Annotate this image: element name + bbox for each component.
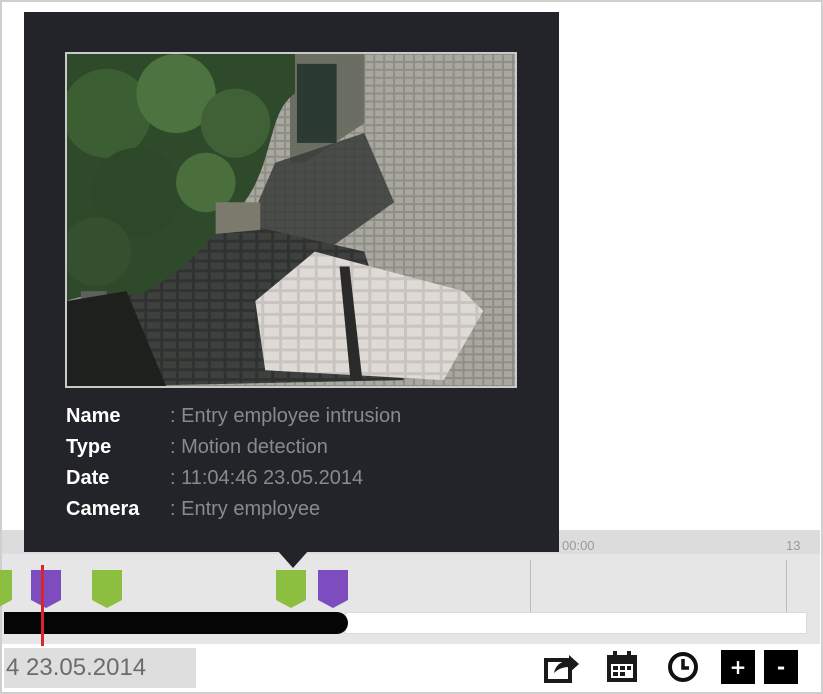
time-button[interactable] bbox=[665, 650, 701, 684]
event-marker-alarm[interactable] bbox=[31, 570, 61, 608]
detail-key: Type bbox=[66, 436, 112, 458]
detail-row-camera: Camera : Entry employee bbox=[66, 494, 401, 525]
event-details: Name : Entry employee intrusion Type : M… bbox=[66, 401, 401, 525]
export-button[interactable] bbox=[543, 650, 581, 684]
timeline-track[interactable] bbox=[345, 612, 807, 634]
tick-label: 13 bbox=[786, 538, 801, 553]
zoom-out-button[interactable]: - bbox=[764, 650, 798, 684]
grid-line bbox=[530, 560, 531, 612]
calendar-button[interactable] bbox=[603, 650, 641, 684]
grid-line bbox=[786, 560, 787, 612]
detail-key: Date bbox=[66, 467, 110, 489]
event-snapshot-image[interactable] bbox=[65, 52, 517, 388]
tick-label: 00:00 bbox=[562, 538, 595, 553]
current-date-display: 4 23.05.2014 bbox=[4, 648, 196, 688]
detail-value: : Entry employee bbox=[170, 498, 321, 520]
detail-key: Camera bbox=[66, 498, 140, 520]
event-marker-motion[interactable] bbox=[0, 570, 12, 608]
tooltip-pointer bbox=[277, 550, 309, 568]
detail-value: : 11:04:46 23.05.2014 bbox=[170, 467, 364, 489]
event-marker-motion[interactable] bbox=[92, 570, 122, 608]
calendar-icon bbox=[607, 651, 637, 682]
clock-icon bbox=[668, 652, 698, 682]
event-marker-alarm[interactable] bbox=[318, 570, 348, 608]
export-icon bbox=[544, 655, 579, 683]
event-marker-motion[interactable] bbox=[276, 570, 306, 608]
zoom-in-button[interactable]: + bbox=[721, 650, 755, 684]
recording-bar[interactable] bbox=[4, 612, 348, 634]
detail-row-name: Name : Entry employee intrusion bbox=[66, 401, 401, 432]
detail-row-date: Date : 11:04:46 23.05.2014 bbox=[66, 463, 401, 494]
detail-value: : Motion detection bbox=[170, 436, 328, 458]
detail-row-type: Type : Motion detection bbox=[66, 432, 401, 463]
detail-value: : Entry employee intrusion bbox=[170, 405, 402, 427]
detail-key: Name bbox=[66, 405, 121, 427]
playhead[interactable] bbox=[41, 565, 44, 651]
